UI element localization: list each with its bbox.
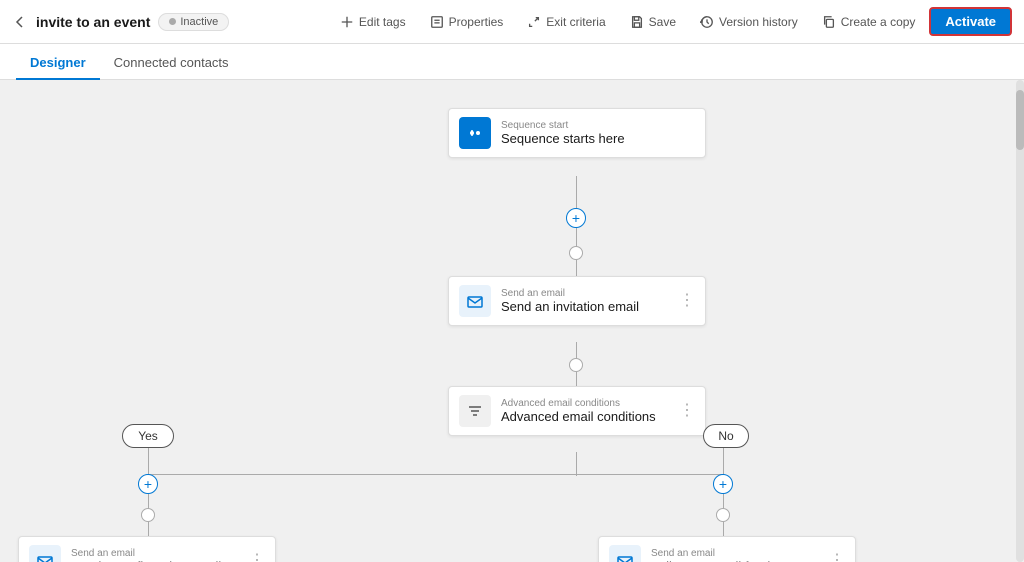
yes-label: Yes — [138, 429, 158, 443]
conn-2 — [576, 228, 577, 248]
exit-criteria-button[interactable]: Exit criteria — [517, 10, 615, 34]
no-label: No — [718, 429, 733, 443]
sequence-start-node: Sequence start Sequence starts here — [448, 108, 706, 158]
header-left: invite to an event Inactive — [12, 13, 322, 31]
conn-3 — [576, 260, 577, 276]
advanced-conditions-name: Advanced email conditions — [501, 409, 669, 424]
circle-right — [716, 508, 730, 522]
send-email-1-label: Send an email — [501, 288, 669, 299]
edit-tags-label: Edit tags — [359, 15, 406, 29]
add-node-btn-right[interactable]: + — [713, 474, 733, 494]
create-copy-button[interactable]: Create a copy — [812, 10, 926, 34]
send-email-1-icon — [459, 285, 491, 317]
conn-left-3 — [148, 522, 149, 536]
add-node-btn-1[interactable]: + — [566, 208, 586, 228]
conn-1 — [576, 176, 577, 211]
advanced-conditions-text: Advanced email conditions Advanced email… — [501, 398, 669, 424]
status-badge: Inactive — [158, 13, 229, 31]
send-email-2-menu[interactable]: ⋮ — [249, 553, 265, 562]
page-title: invite to an event — [36, 14, 150, 30]
send-email-3-icon — [609, 545, 641, 562]
canvas: Sequence start Sequence starts here + Se… — [0, 80, 1024, 562]
send-email-2-text: Send an email Send a confirmation email — [71, 548, 239, 562]
advanced-conditions-icon — [459, 395, 491, 427]
send-email-1-node: Send an email Send an invitation email ⋮ — [448, 276, 706, 326]
send-email-1-text: Send an email Send an invitation email — [501, 288, 669, 314]
conn-h-main — [148, 474, 724, 475]
status-dot — [169, 18, 176, 25]
circle-left — [141, 508, 155, 522]
back-button[interactable] — [12, 14, 28, 30]
add-node-btn-left[interactable]: + — [138, 474, 158, 494]
circle-1 — [569, 246, 583, 260]
save-button[interactable]: Save — [620, 10, 686, 34]
advanced-conditions-label: Advanced email conditions — [501, 398, 669, 409]
exit-criteria-label: Exit criteria — [546, 15, 605, 29]
version-history-label: Version history — [719, 15, 798, 29]
tab-designer[interactable]: Designer — [16, 47, 100, 80]
send-email-3-label: Send an email — [651, 548, 819, 559]
properties-label: Properties — [449, 15, 504, 29]
sequence-start-label: Sequence start — [501, 120, 695, 131]
conn-6 — [576, 452, 577, 476]
save-label: Save — [649, 15, 676, 29]
version-history-button[interactable]: Version history — [690, 10, 808, 34]
send-email-1-name: Send an invitation email — [501, 299, 669, 314]
send-email-1-menu[interactable]: ⋮ — [679, 293, 695, 309]
send-email-3-text: Send an email Follow up email for the ev… — [651, 548, 819, 562]
send-email-2-icon — [29, 545, 61, 562]
status-label: Inactive — [180, 16, 218, 28]
scrollbar[interactable] — [1016, 80, 1024, 562]
properties-button[interactable]: Properties — [420, 10, 514, 34]
conn-right-3 — [723, 522, 724, 536]
conn-5 — [576, 372, 577, 386]
sequence-start-icon — [459, 117, 491, 149]
header-actions: Edit tags Properties Exit criteria Save — [330, 7, 1012, 36]
send-email-3-menu[interactable]: ⋮ — [829, 553, 845, 562]
activate-button[interactable]: Activate — [929, 7, 1012, 36]
advanced-conditions-menu[interactable]: ⋮ — [679, 403, 695, 419]
sequence-start-name: Sequence starts here — [501, 131, 695, 146]
yes-node: Yes — [122, 424, 174, 448]
edit-tags-button[interactable]: Edit tags — [330, 10, 416, 34]
no-node: No — [703, 424, 749, 448]
circle-2 — [569, 358, 583, 372]
header: invite to an event Inactive Edit tags Pr… — [0, 0, 1024, 44]
tab-bar: Designer Connected contacts — [0, 44, 1024, 80]
scrollbar-thumb — [1016, 90, 1024, 150]
create-copy-label: Create a copy — [841, 15, 916, 29]
tab-connected-contacts[interactable]: Connected contacts — [100, 47, 243, 80]
advanced-conditions-node: Advanced email conditions Advanced email… — [448, 386, 706, 436]
send-email-2-label: Send an email — [71, 548, 239, 559]
send-email-3-node: Send an email Follow up email for the ev… — [598, 536, 856, 562]
send-email-2-node: Send an email Send a confirmation email … — [18, 536, 276, 562]
sequence-start-text: Sequence start Sequence starts here — [501, 120, 695, 146]
